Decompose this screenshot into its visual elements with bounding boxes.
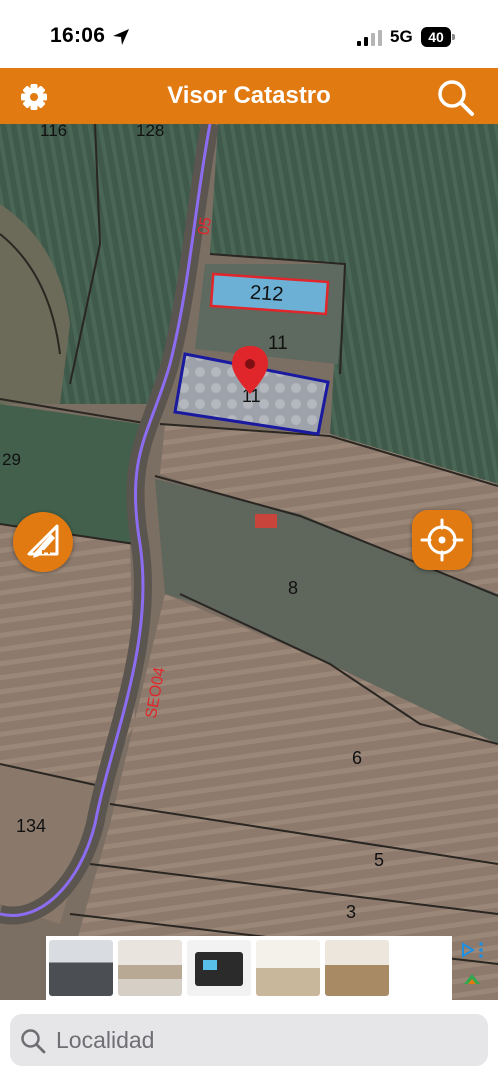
adchoices-icon[interactable] [460,940,488,992]
shed [255,514,277,528]
signal-icon [357,30,382,46]
search-icon[interactable] [436,78,476,118]
crosshair-icon [420,518,464,562]
parcel-label-134: 134 [16,816,46,836]
location-arrow-icon [113,29,129,45]
parcel-label-29: 29 [2,450,21,469]
status-time: 16:06 [50,24,106,47]
search-icon [21,1029,46,1054]
ad-image-1[interactable] [49,940,113,996]
measure-pencil-icon [27,524,59,558]
locality-search-input[interactable] [56,1024,476,1056]
ad-image-5[interactable] [325,940,389,996]
parcel-label-11-upper: 11 [268,333,288,354]
ad-image-4[interactable] [256,940,320,996]
status-bar: 16:06 5G 40 [0,0,498,68]
parcel-label-116: 116 [40,124,67,140]
ad-banner[interactable] [46,936,483,1000]
parcel-label-8: 8 [288,578,298,598]
locate-button[interactable] [412,510,472,570]
parcel-label-6: 6 [352,748,362,768]
parcel-label-128: 128 [136,124,164,140]
draw-measure-button[interactable] [13,512,73,572]
battery-indicator: 40 [421,27,455,47]
bottom-search-bar [0,1000,498,1080]
parcel-label-5: 5 [374,850,384,870]
app-header: Visor Catastro [0,68,498,124]
road-label-top: 05 [195,216,215,237]
ad-image-3[interactable] [187,940,251,996]
battery-level: 40 [428,29,444,45]
map-view[interactable]: 116 128 212 11 11 29 8 6 5 3 134 05 SEO0… [0,124,498,1000]
locality-search-box[interactable] [10,1014,488,1066]
parcel-label-212: 212 [249,282,284,306]
parcel-label-3: 3 [346,902,356,922]
ad-image-2[interactable] [118,940,182,996]
app-title: Visor Catastro [167,82,331,109]
network-label: 5G [390,27,413,46]
